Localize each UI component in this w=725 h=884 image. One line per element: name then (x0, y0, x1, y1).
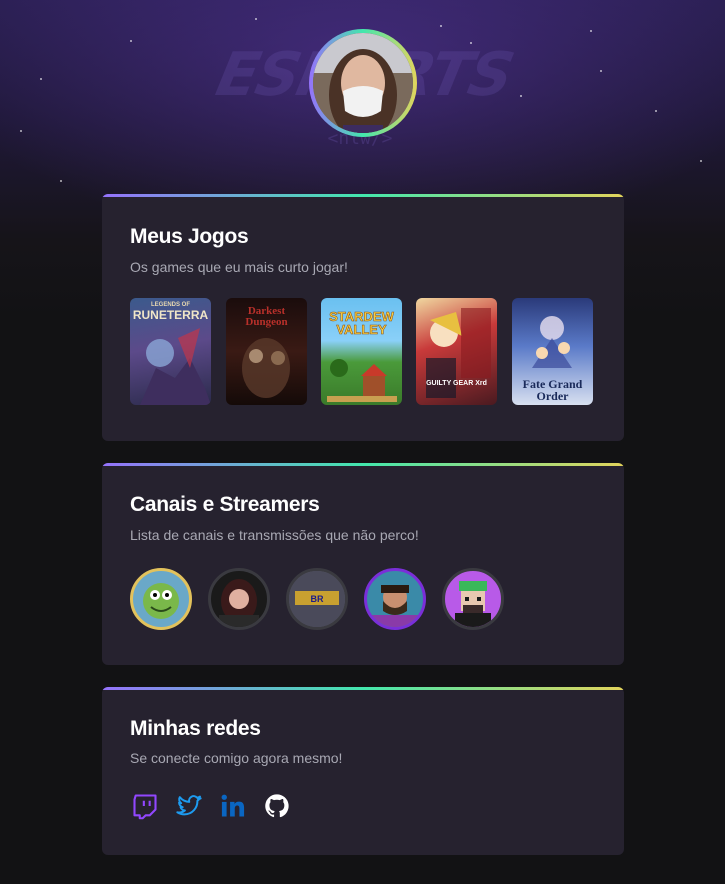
games-card: Meus Jogos Os games que eu mais curto jo… (102, 194, 624, 441)
github-icon[interactable] (263, 792, 291, 820)
twitch-icon[interactable] (131, 792, 159, 820)
streamer-avatar[interactable] (442, 568, 504, 630)
streamers-subtitle: Lista de canais e transmissões que não p… (130, 527, 419, 543)
game-cover-title: Fate Grand Order (522, 377, 583, 403)
game-cover-title: GUILTY GEAR Xrd (426, 380, 487, 387)
streamers-title: Canais e Streamers (130, 493, 320, 516)
linkedin-icon[interactable] (219, 792, 247, 820)
games-title: Meus Jogos (130, 225, 249, 248)
games-subtitle: Os games que eu mais curto jogar! (130, 259, 348, 275)
social-title: Minhas redes (130, 717, 261, 740)
profile-avatar[interactable] (309, 29, 417, 137)
streamer-avatar[interactable] (130, 568, 192, 630)
profile-photo (313, 33, 413, 133)
streamers-card: Canais e Streamers Lista de canais e tra… (102, 463, 624, 665)
game-fate-grand-order[interactable]: Fate Grand Order (512, 298, 593, 405)
game-runeterra[interactable]: LEGENDS OF RUNETERRA (130, 298, 211, 405)
social-subtitle: Se conecte comigo agora mesmo! (130, 750, 343, 766)
streamer-avatar[interactable] (364, 568, 426, 630)
twitter-icon[interactable] (175, 792, 203, 820)
social-card: Minhas redes Se conecte comigo agora mes… (102, 687, 624, 855)
streamer-avatar[interactable] (208, 568, 270, 630)
streamer-avatar[interactable]: BR (286, 568, 348, 630)
game-guilty-gear[interactable]: GUILTY GEAR Xrd (416, 298, 497, 405)
svg-text:BR: BR (311, 594, 324, 604)
game-darkest-dungeon[interactable]: Darkest Dungeon (226, 298, 307, 405)
game-stardew-valley[interactable]: STARDEW VALLEY (321, 298, 402, 405)
